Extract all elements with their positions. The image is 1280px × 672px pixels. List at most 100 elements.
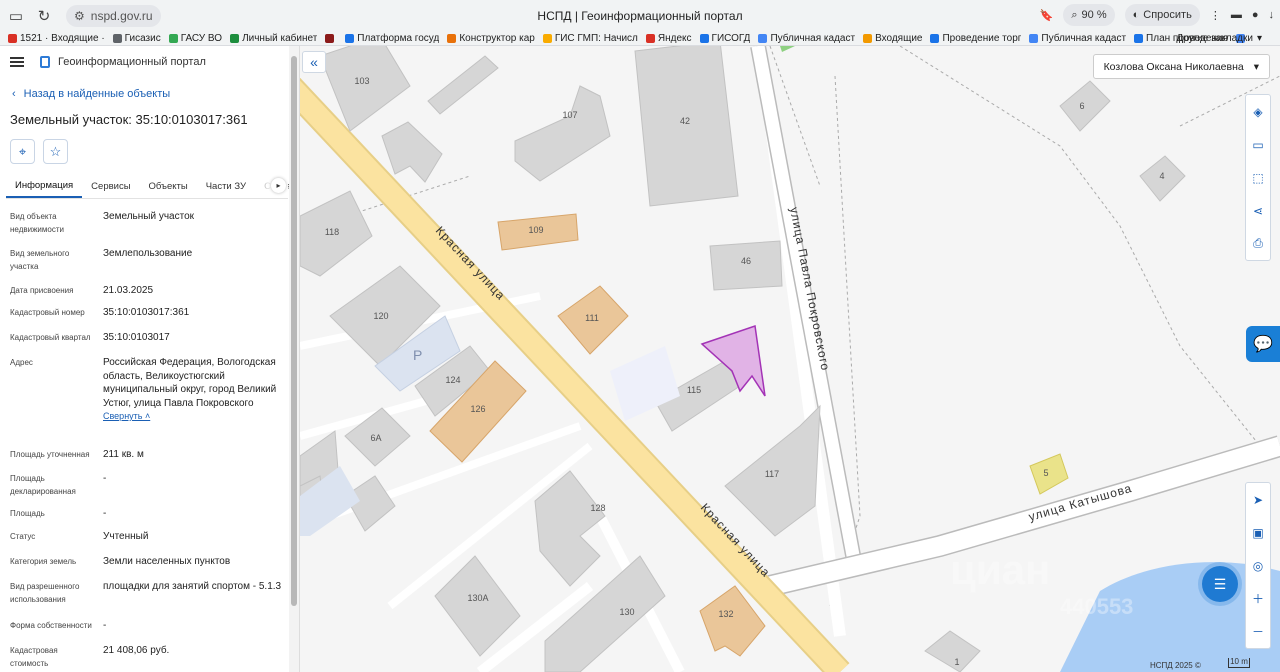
property-value: 21.03.2025 xyxy=(103,285,154,296)
bookmark-favicon-icon xyxy=(168,33,178,43)
property-value: Землепользование xyxy=(103,248,193,259)
portal-logo-icon xyxy=(40,56,50,68)
bookmark-item[interactable]: Публичная кадаст xyxy=(1029,33,1126,44)
site-info-icon[interactable]: ⚙ xyxy=(74,9,85,23)
property-key: Кадастровый номер xyxy=(10,308,85,317)
zoom-in-icon[interactable]: ＋ xyxy=(1246,582,1270,615)
browser-toolbar: ▭ ↻ ⚙ nspd.gov.ru НСПД | Геоинформационн… xyxy=(0,0,1280,31)
bookmark-icon[interactable]: 🔖 xyxy=(1040,9,1054,22)
profile-icon[interactable]: ● xyxy=(1252,9,1259,21)
map-svg[interactable]: 103 107 42 6 4 118 109 46 120 111 124 126 115 6А 117 5 1… xyxy=(300,46,1280,672)
basemap-icon[interactable]: ▣ xyxy=(1246,516,1270,549)
bookmark-favicon-icon xyxy=(1029,33,1039,43)
map-copyright: НСПД 2025 © xyxy=(1150,661,1201,670)
bookmark-item[interactable]: Личный кабинет xyxy=(230,33,317,44)
property-key: Дата присвоения xyxy=(10,286,74,295)
bookmark-favicon-icon xyxy=(758,33,768,43)
tabs-icon[interactable]: ▭ xyxy=(4,4,28,28)
select-area-icon[interactable]: ⬚ xyxy=(1246,161,1270,194)
property-key: Статус xyxy=(10,532,36,541)
chat-button[interactable]: ☰ xyxy=(1202,566,1238,602)
other-bookmarks[interactable]: Другие закладки ▾ xyxy=(1176,33,1262,44)
tab-3[interactable]: Части ЗУ xyxy=(197,174,255,198)
collapse-panel-button[interactable]: « xyxy=(302,51,326,73)
building-number-label: 103 xyxy=(354,76,369,86)
building-number-label: 130 xyxy=(619,607,634,617)
property-key: Кадастровый квартал xyxy=(10,333,91,342)
property-value: Российская Федерация, Вологодская област… xyxy=(103,356,283,424)
property-value: Земли населенных пунктов xyxy=(103,556,231,567)
print-icon[interactable]: ⎙ xyxy=(1246,227,1270,260)
property-key: Вид разрешенного использования xyxy=(10,582,80,604)
ruler-icon[interactable]: ▭ xyxy=(1246,128,1270,161)
bookmark-label: Гисазис xyxy=(124,32,161,44)
navigation-icon[interactable]: ➤ xyxy=(1246,483,1270,516)
ask-button[interactable]: ◐ Спросить xyxy=(1124,4,1200,26)
extension-icon[interactable]: ▬ xyxy=(1231,9,1242,21)
share-icon[interactable]: ⋖ xyxy=(1246,194,1270,227)
bookmarks-bar: 1521 · Входящие · Гисазис ГАСУ ВО Личный ка… xyxy=(0,31,1280,46)
reload-icon[interactable]: ↻ xyxy=(32,4,56,28)
star-icon: ☆ xyxy=(49,143,62,159)
property-value: 35:10:0103017 xyxy=(103,332,170,343)
layers-icon[interactable]: ◈ xyxy=(1246,95,1270,128)
download-icon[interactable]: ↓ xyxy=(1269,9,1275,21)
property-value: - xyxy=(103,473,107,484)
bookmark-label: Публичная кадаст xyxy=(1041,32,1127,44)
locate-on-map-button[interactable]: ⌖ xyxy=(10,139,35,164)
address-bar[interactable]: ⚙ nspd.gov.ru xyxy=(66,4,161,27)
back-link[interactable]: ‹ Назад в найденные объекты xyxy=(0,88,299,100)
chat-icon: ☰ xyxy=(1213,575,1227,592)
bookmark-label: Яндекс xyxy=(657,32,692,44)
bookmark-item[interactable]: Конструктор кар xyxy=(447,33,535,44)
favorite-button[interactable]: ☆ xyxy=(43,139,68,164)
bookmark-item[interactable]: Входящие xyxy=(863,33,922,44)
building-number-label: 128 xyxy=(590,503,605,513)
bookmark-favicon-icon xyxy=(645,33,655,43)
building-number-label: 126 xyxy=(470,404,485,414)
bookmark-item[interactable]: Платформа госуд xyxy=(345,33,439,44)
bookmark-item[interactable]: 1521 · Входящие · xyxy=(8,33,105,44)
zoom-icon: ⌕ xyxy=(1071,8,1078,21)
bookmark-label: Личный кабинет xyxy=(242,32,318,44)
my-location-icon[interactable]: ◎ xyxy=(1246,549,1270,582)
tab-1[interactable]: Сервисы xyxy=(82,174,139,198)
bookmark-item[interactable]: ГАСУ ВО xyxy=(168,33,222,44)
property-key: Форма собственности xyxy=(10,621,92,630)
bookmark-label: 1521 · Входящие · xyxy=(20,32,105,44)
bookmark-label: ГИСОГД xyxy=(711,32,751,44)
bookmark-item[interactable]: Яндекс xyxy=(645,32,692,44)
bookmark-item[interactable]: Публичная кадаст xyxy=(758,33,855,44)
collapse-link[interactable]: Свернуть ˄ xyxy=(103,410,283,424)
property-key: Вид земельного участка xyxy=(10,249,70,271)
bookmark-item[interactable]: Гисазис xyxy=(112,32,161,44)
building-number-label: 109 xyxy=(528,225,543,235)
building-number-label: 111 xyxy=(585,313,599,323)
bookmark-favicon-icon xyxy=(699,33,709,43)
tabs-scroll-right-icon[interactable]: ▸ xyxy=(271,178,286,193)
user-menu-button[interactable]: Козлова Оксана Николаевна ▾ xyxy=(1092,54,1270,79)
tab-0[interactable]: Информация xyxy=(6,174,83,198)
help-tab[interactable]: 💬 xyxy=(1246,326,1280,362)
folder-icon: ▾ xyxy=(1256,32,1262,44)
panel-scrollbar[interactable] xyxy=(289,46,299,672)
hamburger-icon[interactable] xyxy=(10,55,24,69)
tab-2[interactable]: Объекты xyxy=(140,174,197,198)
bookmark-item[interactable]: ГИСОГД xyxy=(699,32,751,44)
map-canvas[interactable]: 103 107 42 6 4 118 109 46 120 111 124 126 115 6А 117 5 1… xyxy=(300,46,1280,672)
bookmark-item[interactable]: Проведение торг xyxy=(930,33,1021,44)
portal-name: Геоинформационный портал xyxy=(58,56,206,68)
zoom-indicator[interactable]: ⌕ 90 % xyxy=(1063,4,1115,26)
property-key: Кадастровая стоимость xyxy=(10,646,58,668)
ask-label: Спросить xyxy=(1143,9,1192,21)
watermark-id: 440553 xyxy=(1060,594,1134,619)
menu-icon[interactable]: ⋮ xyxy=(1210,9,1221,22)
bookmark-label: Конструктор кар xyxy=(459,32,535,44)
bookmark-favicon-icon xyxy=(542,33,552,43)
bookmark-item[interactable]: ГИС ГМП: Начисл xyxy=(542,33,638,44)
zoom-out-icon[interactable]: － xyxy=(1246,615,1270,648)
bookmark-item[interactable] xyxy=(325,33,337,43)
bookmark-label: Публичная кадаст xyxy=(770,32,856,44)
building-number-label: 130А xyxy=(467,593,488,603)
property-key: Адрес xyxy=(10,358,33,367)
